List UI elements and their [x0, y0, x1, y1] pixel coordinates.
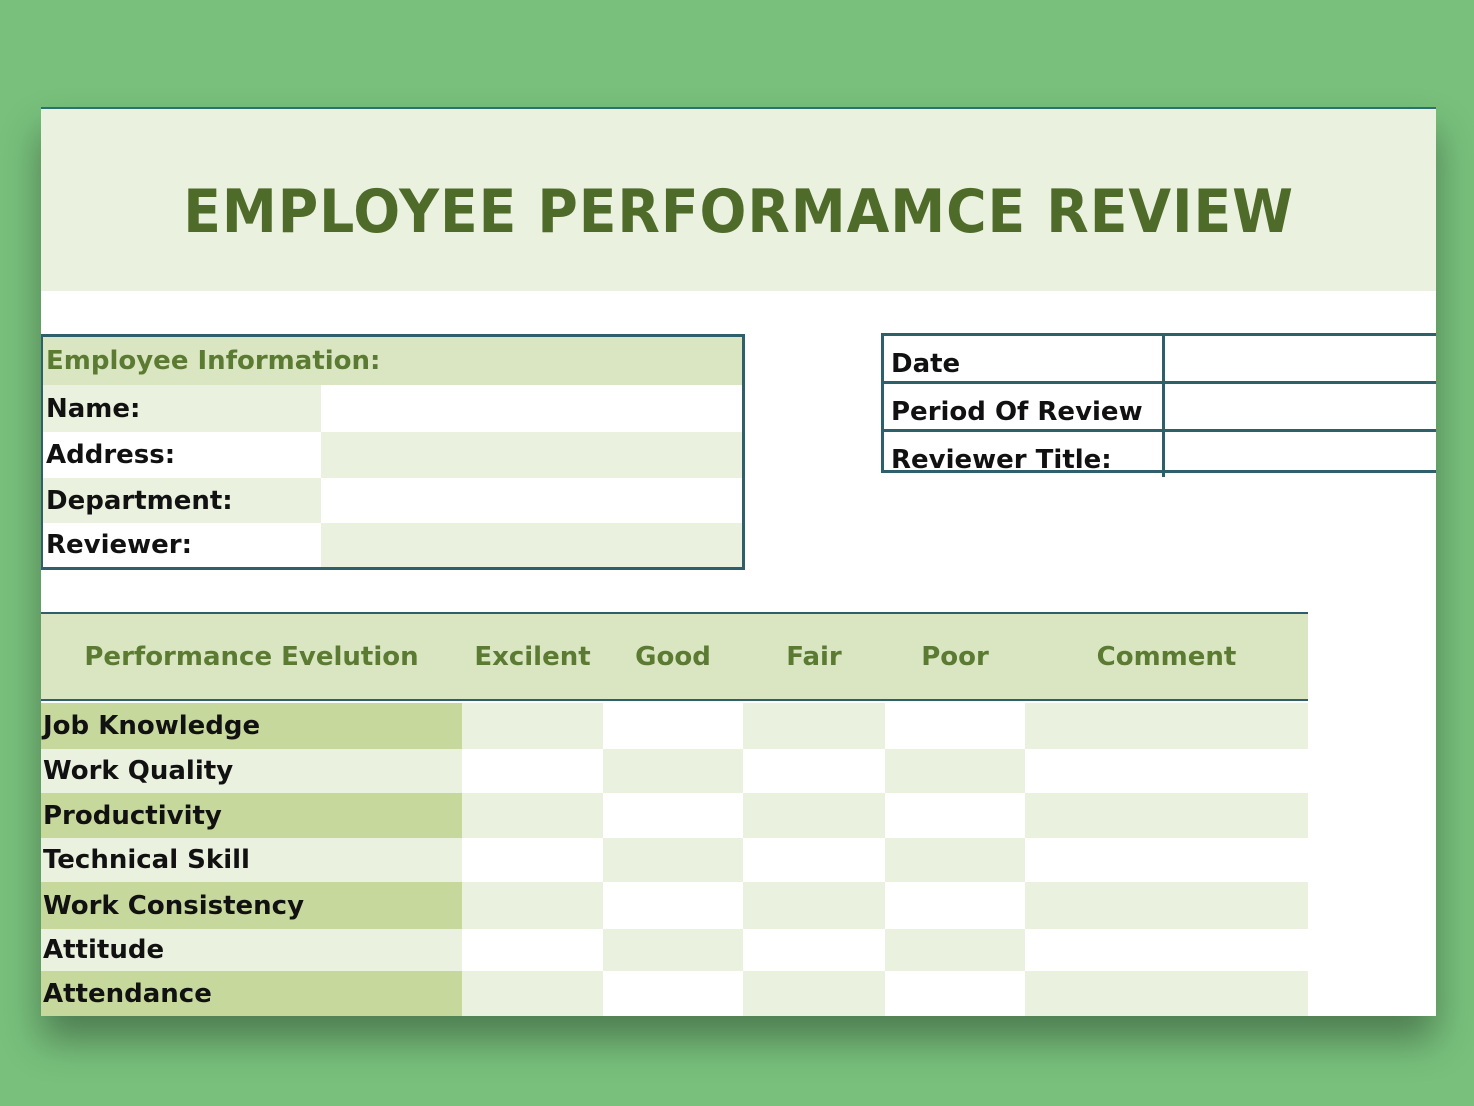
review-sheet: EMPLOYEE PERFORMAMCE REVIEW Employee Inf…: [41, 107, 1436, 1016]
row-label-attitude: Attitude: [41, 929, 462, 971]
field-row-reviewer: Reviewer:: [43, 523, 742, 567]
rating-cell-poor[interactable]: [885, 971, 1025, 1016]
comment-cell[interactable]: [1025, 793, 1308, 838]
rating-cell-good[interactable]: [603, 703, 743, 749]
rating-cell-fair[interactable]: [743, 749, 885, 793]
reviewer-title-label: Reviewer Title:: [884, 432, 1165, 477]
rating-cell-excellent[interactable]: [462, 838, 603, 882]
review-meta-box: Date Period Of Review Reviewer Title:: [881, 333, 1436, 473]
rating-cell-excellent[interactable]: [462, 703, 603, 749]
table-row: Job Knowledge: [41, 703, 1308, 749]
field-row-name: Name:: [43, 385, 742, 432]
rating-cell-fair[interactable]: [743, 971, 885, 1016]
rating-cell-good[interactable]: [603, 838, 743, 882]
column-header-performance: Performance Evelution: [41, 614, 462, 699]
table-row: Work Quality: [41, 749, 1308, 793]
department-field[interactable]: [321, 478, 742, 523]
rating-cell-good[interactable]: [603, 882, 743, 929]
row-label-job-knowledge: Job Knowledge: [41, 703, 462, 749]
rating-cell-excellent[interactable]: [462, 882, 603, 929]
rating-cell-good[interactable]: [603, 929, 743, 971]
comment-cell[interactable]: [1025, 971, 1308, 1016]
rating-cell-good[interactable]: [603, 793, 743, 838]
rating-cell-good[interactable]: [603, 971, 743, 1016]
row-label-technical-skill: Technical Skill: [41, 838, 462, 882]
rating-cell-good[interactable]: [603, 749, 743, 793]
comment-cell[interactable]: [1025, 749, 1308, 793]
column-header-comment: Comment: [1025, 614, 1308, 699]
period-of-review-field[interactable]: [1165, 384, 1436, 429]
rating-cell-poor[interactable]: [885, 882, 1025, 929]
column-header-excellent: Excilent: [462, 614, 603, 699]
row-label-productivity: Productivity: [41, 793, 462, 838]
table-row: Productivity: [41, 793, 1308, 838]
table-row: Technical Skill: [41, 838, 1308, 882]
rating-cell-excellent[interactable]: [462, 793, 603, 838]
name-label: Name:: [43, 385, 321, 432]
rating-cell-poor[interactable]: [885, 838, 1025, 882]
rating-cell-poor[interactable]: [885, 929, 1025, 971]
comment-cell[interactable]: [1025, 838, 1308, 882]
reviewer-label: Reviewer:: [43, 523, 321, 567]
rating-cell-poor[interactable]: [885, 793, 1025, 838]
reviewer-field[interactable]: [321, 523, 742, 567]
field-row-period: Period Of Review: [884, 384, 1436, 432]
rating-cell-fair[interactable]: [743, 703, 885, 749]
field-row-date: Date: [884, 336, 1436, 384]
rating-cell-fair[interactable]: [743, 838, 885, 882]
table-row: Attendance: [41, 971, 1308, 1016]
field-row-reviewer-title: Reviewer Title:: [884, 432, 1436, 477]
address-label: Address:: [43, 432, 321, 478]
field-row-address: Address:: [43, 432, 742, 478]
date-label: Date: [884, 336, 1165, 381]
rating-cell-fair[interactable]: [743, 929, 885, 971]
field-row-department: Department:: [43, 478, 742, 523]
period-of-review-label: Period Of Review: [884, 384, 1165, 429]
comment-cell[interactable]: [1025, 882, 1308, 929]
employee-info-box: Employee Information: Name: Address: Dep…: [41, 334, 745, 570]
rating-cell-poor[interactable]: [885, 749, 1025, 793]
employee-info-heading: Employee Information:: [43, 337, 742, 385]
name-field[interactable]: [321, 385, 742, 432]
rating-cell-excellent[interactable]: [462, 929, 603, 971]
department-label: Department:: [43, 478, 321, 523]
comment-cell[interactable]: [1025, 703, 1308, 749]
table-row: Attitude: [41, 929, 1308, 971]
table-row: Work Consistency: [41, 882, 1308, 929]
performance-header-row: Performance Evelution Excilent Good Fair…: [41, 612, 1308, 701]
column-header-fair: Fair: [743, 614, 885, 699]
address-field[interactable]: [321, 432, 742, 478]
column-header-poor: Poor: [885, 614, 1025, 699]
row-label-work-consistency: Work Consistency: [41, 882, 462, 929]
rating-cell-fair[interactable]: [743, 882, 885, 929]
rating-cell-poor[interactable]: [885, 703, 1025, 749]
rating-cell-fair[interactable]: [743, 793, 885, 838]
row-label-work-quality: Work Quality: [41, 749, 462, 793]
reviewer-title-field[interactable]: [1165, 432, 1436, 477]
rating-cell-excellent[interactable]: [462, 749, 603, 793]
row-label-attendance: Attendance: [41, 971, 462, 1016]
title-band: EMPLOYEE PERFORMAMCE REVIEW: [41, 109, 1436, 291]
date-field[interactable]: [1165, 336, 1436, 381]
comment-cell[interactable]: [1025, 929, 1308, 971]
rating-cell-excellent[interactable]: [462, 971, 603, 1016]
page-title: EMPLOYEE PERFORMAMCE REVIEW: [183, 177, 1294, 247]
column-header-good: Good: [603, 614, 743, 699]
